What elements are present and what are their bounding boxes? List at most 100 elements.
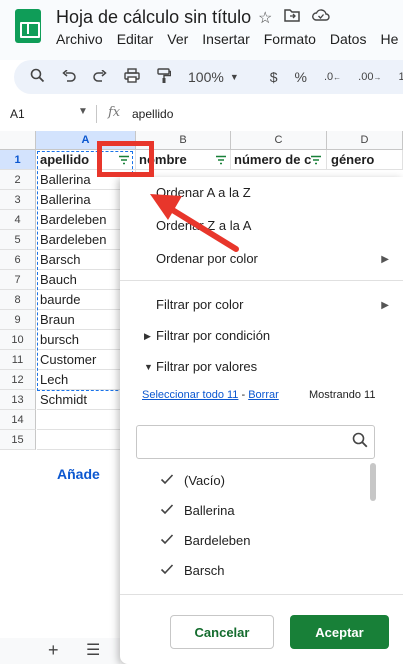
search-icon <box>352 432 368 451</box>
menu-formato[interactable]: Formato <box>264 31 316 47</box>
filter-by-color-item[interactable]: Filtrar por color <box>156 297 243 312</box>
all-sheets-icon[interactable]: ☰ <box>86 640 100 660</box>
row-header[interactable]: 2 <box>0 170 36 190</box>
filter-value-item[interactable]: Barsch <box>136 557 366 587</box>
filter-by-values-item[interactable]: Filtrar por valores <box>156 359 257 374</box>
sort-by-color-item[interactable]: Ordenar por color <box>156 251 258 266</box>
column-header-d[interactable]: D <box>327 131 403 150</box>
arrow-right-icon: → <box>373 73 382 82</box>
sort-a-z-item[interactable]: Ordenar A a la Z <box>156 185 251 200</box>
cell-d1[interactable]: género <box>327 150 403 170</box>
row-header[interactable]: 12 <box>0 370 36 390</box>
filter-value-label: (Vacío) <box>184 473 225 488</box>
add-sheet-icon[interactable]: + <box>48 640 59 661</box>
move-folder-icon[interactable] <box>284 8 301 28</box>
fx-icon: fx <box>108 105 121 120</box>
checkmark-icon <box>160 503 174 518</box>
currency-format-button[interactable]: $ <box>270 69 278 85</box>
menu-insertar[interactable]: Insertar <box>202 31 249 47</box>
decrease-decimals-button[interactable]: .0← <box>324 71 341 83</box>
redo-icon[interactable] <box>93 69 107 85</box>
sheet-bottom-bar: + ☰ <box>0 638 120 664</box>
select-all-corner[interactable] <box>0 131 36 150</box>
filter-value-label: Bardeleben <box>184 533 251 548</box>
search-menus-icon[interactable] <box>30 68 45 86</box>
title-icons: ☆ <box>258 8 330 28</box>
menu-ver[interactable]: Ver <box>167 31 188 47</box>
zoom-caret-icon[interactable]: ▼ <box>230 72 239 82</box>
filter-button-col-b[interactable] <box>213 152 229 168</box>
print-icon[interactable] <box>124 68 140 86</box>
showing-count: Mostrando 11 <box>309 389 376 401</box>
row-header[interactable]: 7 <box>0 270 36 290</box>
row-header[interactable]: 11 <box>0 350 36 370</box>
sort-z-a-item[interactable]: Ordenar Z a la A <box>156 218 251 233</box>
zoom-select[interactable]: 100% <box>188 69 224 85</box>
row-header[interactable]: 6 <box>0 250 36 270</box>
paint-format-icon[interactable] <box>157 67 172 87</box>
decrease-decimals-label: .0 <box>323 71 334 83</box>
name-box-caret-icon[interactable]: ▼ <box>78 106 88 117</box>
filter-value-item[interactable]: (Vacío) <box>136 467 366 497</box>
filter-values-search-input[interactable] <box>136 425 375 459</box>
star-icon[interactable]: ☆ <box>258 8 272 28</box>
formula-input[interactable]: apellido <box>132 107 173 121</box>
row-header[interactable]: 1 <box>0 150 36 170</box>
expand-down-icon[interactable]: ▼ <box>144 362 153 372</box>
percent-format-button[interactable]: % <box>295 69 307 85</box>
sheets-logo-icon[interactable] <box>15 9 41 43</box>
header-cell-text: apellido <box>40 152 90 167</box>
row-header[interactable]: 15 <box>0 430 36 450</box>
menu-ayuda[interactable]: He <box>380 31 398 47</box>
cancel-button[interactable]: Cancelar <box>170 615 274 649</box>
filter-value-label: Ballerina <box>184 503 235 518</box>
header-cell-text: número de c <box>234 152 312 167</box>
row-header[interactable]: 14 <box>0 410 36 430</box>
arrow-left-icon: ← <box>333 73 342 82</box>
submenu-arrow-icon: ▶ <box>381 300 389 311</box>
formula-bar: A1 ▼ fx apellido <box>0 102 403 126</box>
increase-decimals-label: .00 <box>358 71 374 83</box>
row-header[interactable]: 4 <box>0 210 36 230</box>
select-clear-row: Seleccionar todo 11 - Borrar <box>142 389 279 401</box>
menu-archivo[interactable]: Archivo <box>56 31 103 47</box>
filter-menu-panel: Ordenar A a la Z Ordenar Z a la A Ordena… <box>120 177 403 664</box>
clear-link[interactable]: Borrar <box>248 389 279 401</box>
checkmark-icon <box>160 473 174 488</box>
filter-values-list: (Vacío) Ballerina Bardeleben Barsch <box>136 467 376 597</box>
filter-value-item[interactable]: Ballerina <box>136 497 366 527</box>
checkmark-icon <box>160 563 174 578</box>
values-scrollbar[interactable] <box>370 463 376 501</box>
row-header[interactable]: 13 <box>0 390 36 410</box>
accept-button[interactable]: Aceptar <box>290 615 389 649</box>
panel-footer-divider <box>120 594 403 595</box>
checkmark-icon <box>160 533 174 548</box>
filter-value-label: Barsch <box>184 563 225 578</box>
name-box[interactable]: A1 <box>10 107 25 121</box>
header-cell-text: género <box>331 152 375 167</box>
row-header[interactable]: 8 <box>0 290 36 310</box>
formula-bar-divider <box>96 105 97 123</box>
row-header[interactable]: 5 <box>0 230 36 250</box>
undo-icon[interactable] <box>62 69 76 85</box>
row-header[interactable]: 9 <box>0 310 36 330</box>
annotation-highlight-box <box>97 141 154 177</box>
expand-right-icon[interactable]: ▶ <box>144 331 151 342</box>
column-header-c[interactable]: C <box>231 131 327 150</box>
menu-bar: Archivo Editar Ver Insertar Formato Dato… <box>56 31 398 47</box>
cloud-status-icon[interactable] <box>312 8 330 28</box>
document-title[interactable]: Hoja de cálculo sin título <box>56 7 251 28</box>
row-header[interactable]: 3 <box>0 190 36 210</box>
add-rows-button[interactable]: Añade <box>57 466 100 482</box>
menu-editar[interactable]: Editar <box>117 31 154 47</box>
filter-value-item[interactable]: Bardeleben <box>136 527 366 557</box>
menu-divider <box>120 280 403 281</box>
row-header[interactable]: 10 <box>0 330 36 350</box>
select-all-link[interactable]: Seleccionar todo 11 <box>142 389 238 401</box>
filter-button-col-c[interactable] <box>308 152 324 168</box>
more-formats-button[interactable]: 123 <box>398 71 403 83</box>
menu-datos[interactable]: Datos <box>330 31 367 47</box>
filter-by-condition-item[interactable]: Filtrar por condición <box>156 328 270 343</box>
toolbar: 100% ▼ $ % .0← .00→ 123 <box>14 60 403 94</box>
increase-decimals-button[interactable]: .00→ <box>358 71 381 83</box>
